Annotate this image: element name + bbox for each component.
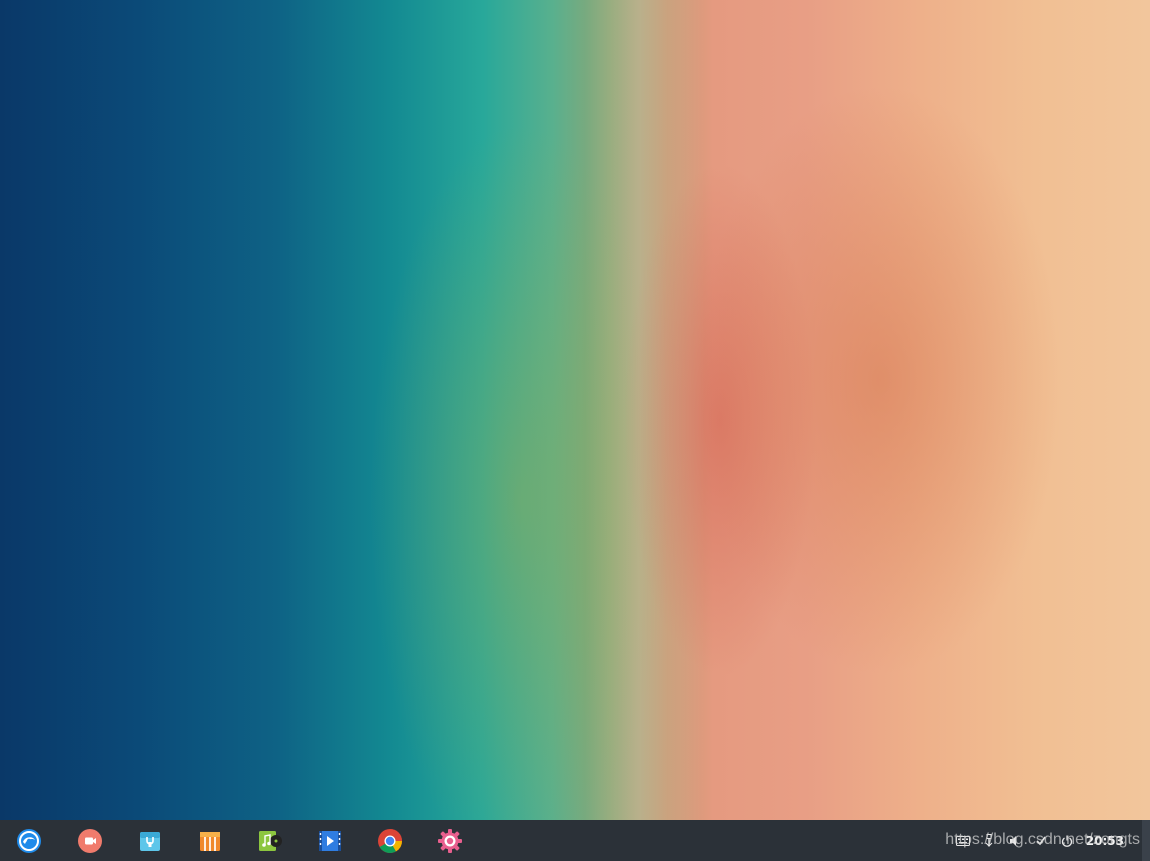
volume-icon[interactable] bbox=[1008, 834, 1022, 848]
app-store-icon[interactable] bbox=[137, 828, 163, 854]
usb-icon[interactable] bbox=[982, 833, 996, 848]
movie-icon[interactable] bbox=[317, 828, 343, 854]
settings-gear-icon[interactable] bbox=[437, 828, 463, 854]
launcher-icon[interactable] bbox=[16, 828, 42, 854]
desktop-wallpaper bbox=[0, 0, 1150, 820]
clock[interactable]: 20:53 bbox=[1086, 834, 1124, 848]
music-icon[interactable] bbox=[257, 828, 283, 854]
archive-manager-icon[interactable] bbox=[197, 828, 223, 854]
power-icon[interactable] bbox=[1060, 834, 1074, 848]
show-desktop-button[interactable] bbox=[1142, 820, 1150, 861]
system-tray: 20:53 bbox=[955, 820, 1140, 861]
network-check-icon[interactable] bbox=[1034, 834, 1048, 848]
chrome-icon[interactable] bbox=[377, 828, 403, 854]
keyboard-icon[interactable] bbox=[955, 834, 970, 848]
screen-recorder-icon[interactable] bbox=[77, 828, 103, 854]
wallpaper-surf-line bbox=[585, 0, 705, 820]
taskbar: 20:53 bbox=[0, 820, 1150, 861]
